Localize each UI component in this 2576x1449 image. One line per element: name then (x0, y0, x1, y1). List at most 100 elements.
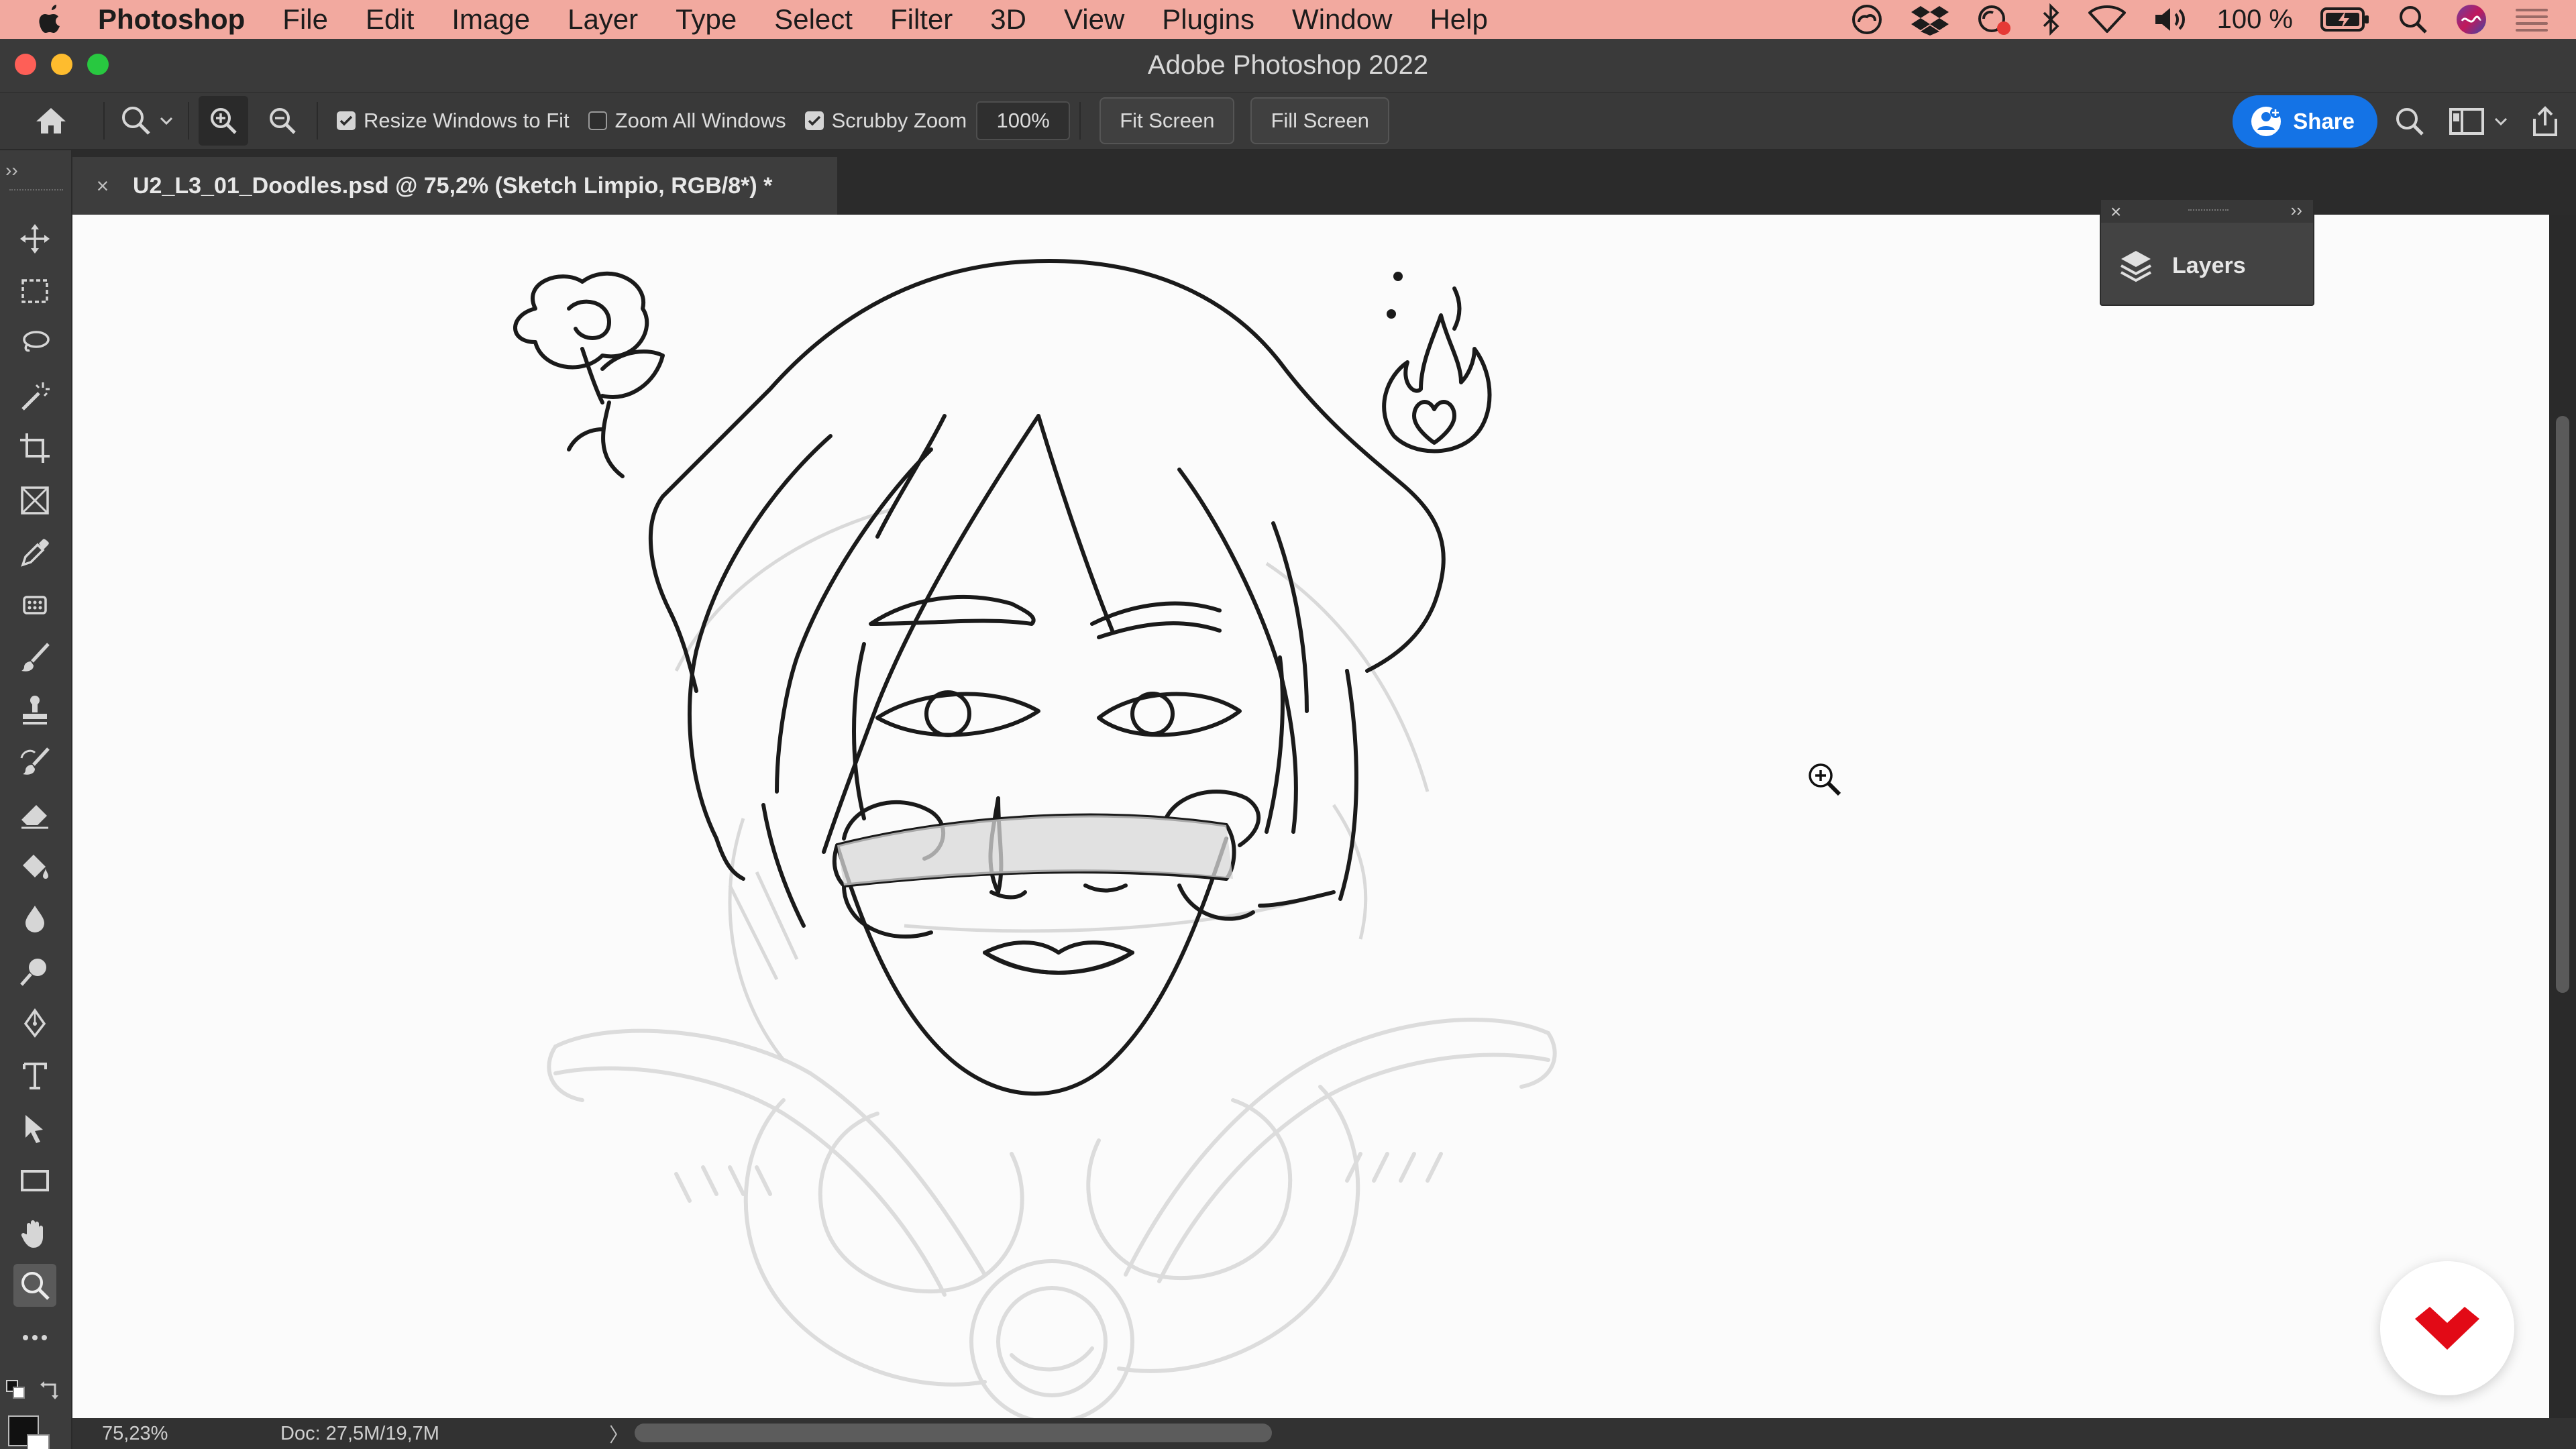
export-icon[interactable] (2514, 105, 2576, 138)
menu-photoshop[interactable]: Photoshop (70, 3, 264, 36)
swap-colors-icon[interactable] (39, 1378, 62, 1404)
pen-tool-icon[interactable] (13, 1002, 56, 1045)
magic-wand-tool-icon[interactable] (13, 374, 56, 417)
paint-bucket-tool-icon[interactable] (13, 845, 56, 888)
lasso-tool-icon[interactable] (13, 322, 56, 365)
home-icon[interactable] (25, 105, 76, 136)
menu-window[interactable]: Window (1273, 3, 1411, 36)
path-selection-tool-icon[interactable] (13, 1107, 56, 1150)
checkbox-checked-icon[interactable] (337, 111, 356, 130)
marquee-tool-icon[interactable] (13, 270, 56, 313)
window-title-bar: Adobe Photoshop 2022 (0, 39, 2576, 93)
siri-icon[interactable] (2455, 3, 2487, 36)
document-canvas[interactable] (72, 215, 2549, 1418)
vertical-scrollbar[interactable] (2549, 215, 2576, 1418)
spotlight-icon[interactable] (2398, 4, 2428, 35)
horizontal-scroll-thumb[interactable] (635, 1424, 1272, 1442)
scrubby-zoom-label: Scrubby Zoom (831, 109, 967, 132)
menu-image[interactable]: Image (433, 3, 549, 36)
expand-panel-icon[interactable]: ›› (2291, 200, 2302, 221)
toolbar-grip[interactable] (9, 189, 63, 193)
zoom-out-icon[interactable] (258, 105, 307, 136)
patch-tool-icon[interactable] (13, 584, 56, 627)
menu-filter[interactable]: Filter (871, 3, 971, 36)
status-menu-area: 100 % (1849, 0, 2549, 39)
volume-icon[interactable] (2153, 5, 2190, 34)
creative-cloud-icon[interactable] (1849, 3, 1884, 36)
menu-type[interactable]: Type (657, 3, 755, 36)
document-tab-label: U2_L3_01_Doodles.psd @ 75,2% (Sketch Lim… (133, 172, 773, 199)
search-icon[interactable] (2377, 106, 2442, 137)
zoom-window-button[interactable] (87, 54, 109, 75)
crop-tool-icon[interactable] (13, 427, 56, 470)
resize-windows-checkbox[interactable]: Resize Windows to Fit (337, 109, 570, 133)
brand-logo (2380, 1261, 2514, 1395)
menu-edit[interactable]: Edit (347, 3, 433, 36)
status-bar: 75,23% Doc: 27,5M/19,7M 〉 (72, 1418, 2576, 1449)
zoom-percent-field[interactable]: 100% (976, 101, 1071, 140)
wifi-icon[interactable] (2088, 5, 2126, 34)
rectangle-tool-icon[interactable] (13, 1159, 56, 1202)
layers-label: Layers (2172, 252, 2246, 278)
resize-windows-label: Resize Windows to Fit (364, 109, 570, 132)
zoom-level-field[interactable]: 75,23% (72, 1423, 207, 1445)
separator (188, 102, 189, 140)
checkbox-checked-icon[interactable] (804, 111, 824, 130)
menu-layer[interactable]: Layer (549, 3, 657, 36)
battery-percentage: 100 % (2216, 4, 2293, 34)
hand-tool-icon[interactable] (13, 1212, 56, 1254)
clone-stamp-tool-icon[interactable] (13, 688, 56, 731)
menu-file[interactable]: File (264, 3, 347, 36)
zoom-all-windows-checkbox[interactable]: Zoom All Windows (588, 109, 786, 133)
separator (317, 102, 318, 140)
share-button[interactable]: Share (2233, 95, 2377, 148)
apple-icon[interactable] (32, 0, 70, 39)
sync-icon[interactable] (1976, 3, 2013, 36)
close-tab-icon[interactable]: × (72, 174, 133, 199)
menu-plugins[interactable]: Plugins (1143, 3, 1273, 36)
type-tool-icon[interactable] (13, 1055, 56, 1097)
layers-panel-button[interactable]: Layers (2118, 248, 2246, 283)
minimize-window-button[interactable] (51, 54, 72, 75)
checkbox-unchecked-icon[interactable] (588, 111, 607, 130)
document-tab[interactable]: × U2_L3_01_Doodles.psd @ 75,2% (Sketch L… (72, 157, 837, 215)
window-controls (15, 54, 109, 75)
menu-3d[interactable]: 3D (971, 3, 1045, 36)
close-window-button[interactable] (15, 54, 36, 75)
fill-screen-button[interactable]: Fill Screen (1250, 97, 1389, 144)
tool-preset-picker[interactable] (114, 104, 178, 138)
fit-screen-button[interactable]: Fit Screen (1099, 97, 1235, 144)
dodge-tool-icon[interactable] (13, 950, 56, 993)
menu-select[interactable]: Select (755, 3, 871, 36)
add-user-icon (2251, 107, 2282, 136)
default-colors-icon[interactable] (5, 1379, 28, 1405)
eyedropper-tool-icon[interactable] (13, 531, 56, 574)
brush-tool-icon[interactable] (13, 636, 56, 679)
blur-tool-icon[interactable] (13, 898, 56, 941)
workspace-icon (2449, 108, 2484, 135)
menu-help[interactable]: Help (1411, 3, 1506, 36)
background-color-swatch[interactable] (27, 1434, 50, 1449)
move-tool-icon[interactable] (13, 217, 56, 260)
status-info-menu-icon[interactable]: 〉 (609, 1419, 629, 1448)
workspace-switcher[interactable] (2442, 107, 2514, 136)
battery-icon[interactable] (2320, 6, 2371, 33)
zoom-in-cursor-icon (1806, 761, 1843, 802)
dropbox-icon[interactable] (1911, 3, 1949, 36)
zoom-tool-icon[interactable] (13, 1264, 56, 1307)
sketch-artwork (513, 259, 1557, 1418)
more-tools-icon[interactable] (13, 1316, 56, 1359)
panel-header[interactable]: × ›› (2101, 200, 2313, 223)
vertical-scroll-thumb[interactable] (2556, 416, 2569, 993)
menu-view[interactable]: View (1045, 3, 1143, 36)
bluetooth-icon[interactable] (2040, 3, 2061, 36)
control-center-icon[interactable] (2514, 6, 2549, 33)
panel-grip[interactable] (2188, 209, 2229, 211)
zoom-in-icon[interactable] (199, 96, 248, 146)
history-brush-tool-icon[interactable] (13, 741, 56, 784)
eraser-tool-icon[interactable] (13, 793, 56, 836)
close-panel-icon[interactable]: × (2110, 201, 2121, 223)
scrubby-zoom-checkbox[interactable]: Scrubby Zoom (804, 109, 967, 133)
frame-tool-icon[interactable] (13, 479, 56, 522)
collapse-toolbar-icon[interactable]: ›› (5, 160, 18, 181)
